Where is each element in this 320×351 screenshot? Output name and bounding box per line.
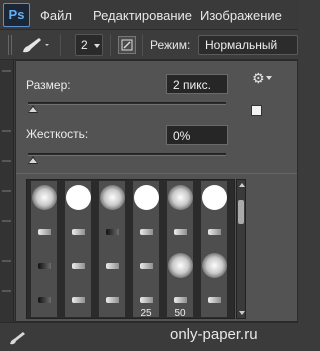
hard-round-brush-icon — [202, 185, 227, 210]
panel-divider — [16, 173, 297, 174]
soft-round-brush-icon — [168, 253, 193, 278]
separator — [60, 34, 61, 56]
menu-edit[interactable]: Редактирование — [93, 8, 192, 23]
brush-tip-icon — [72, 297, 85, 303]
hardness-label: Жесткость: — [26, 127, 89, 141]
brush-panel-toggle-icon[interactable] — [118, 36, 136, 54]
tool-slot[interactable] — [2, 70, 11, 72]
scroll-thumb[interactable] — [238, 200, 244, 224]
brush-tip-icon — [72, 263, 85, 269]
brush-preset-16[interactable] — [133, 249, 159, 283]
scroll-up-icon[interactable] — [239, 183, 245, 187]
size-field[interactable]: 2 пикс. — [166, 74, 228, 94]
tool-slot[interactable] — [2, 220, 11, 222]
hardness-field[interactable]: 0% — [166, 125, 228, 145]
mode-select[interactable]: Нормальный — [198, 35, 298, 55]
menu-file[interactable]: Файл — [40, 8, 72, 23]
chevron-down-icon — [266, 76, 272, 80]
brush-preset-18[interactable] — [201, 249, 227, 283]
brush-preset-13[interactable] — [31, 249, 57, 283]
gear-icon[interactable]: ⚙ — [252, 70, 265, 87]
separator — [142, 34, 143, 56]
tool-slot[interactable] — [2, 130, 11, 132]
dotted-divider — [68, 36, 72, 54]
brush-preset-grid: 25 50 — [26, 179, 235, 319]
menu-bar: Ps Файл Редактирование Изображение — [0, 0, 298, 30]
tool-slot[interactable] — [2, 290, 11, 292]
brush-tip-icon — [140, 229, 153, 235]
hard-round-brush-icon — [66, 185, 91, 210]
soft-round-brush-icon — [202, 253, 227, 278]
brush-size-value: 2 — [81, 38, 88, 52]
brush-preset-2[interactable] — [65, 181, 91, 215]
brush-preset-15[interactable] — [99, 249, 125, 283]
brush-preset-21[interactable] — [99, 283, 125, 317]
brush-tip-icon — [208, 229, 221, 235]
watermark-text: only-paper.ru — [170, 326, 258, 343]
hardness-slider-track[interactable] — [28, 153, 226, 156]
brush-preset-17[interactable] — [167, 249, 193, 283]
brush-preset-22[interactable]: 25 — [133, 283, 159, 319]
brush-grid-scrollbar[interactable] — [236, 179, 246, 319]
brush-preset-19[interactable] — [31, 283, 57, 317]
brush-preset-12[interactable] — [201, 215, 227, 249]
brush-preset-3[interactable] — [99, 181, 125, 215]
brush-size-label: 50 — [174, 308, 186, 319]
brush-preset-23[interactable]: 50 — [167, 283, 193, 319]
hard-round-brush-icon — [134, 185, 159, 210]
mode-label: Режим: — [150, 38, 191, 52]
brush-preset-1[interactable] — [31, 181, 57, 215]
brush-preset-24[interactable] — [201, 283, 227, 317]
brush-preset-10[interactable] — [133, 215, 159, 249]
brush-tip-icon — [208, 297, 221, 303]
brush-tip-icon — [38, 263, 51, 269]
hardness-slider-thumb[interactable] — [28, 156, 38, 164]
brush-tip-icon — [140, 297, 153, 303]
brush-tip-icon — [106, 229, 119, 235]
brush-preset-14[interactable] — [65, 249, 91, 283]
brush-size-label: 25 — [140, 308, 152, 319]
size-label: Размер: — [26, 78, 71, 92]
brush-tip-icon — [106, 263, 119, 269]
brush-tip-icon — [72, 229, 85, 235]
options-grip — [6, 35, 14, 55]
options-bar: 2 Режим: Нормальный — [0, 30, 298, 60]
size-slider-thumb[interactable] — [28, 105, 38, 113]
brush-preset-8[interactable] — [65, 215, 91, 249]
soft-round-brush-icon — [168, 185, 193, 210]
tool-slot[interactable] — [2, 260, 11, 262]
soft-round-brush-icon — [100, 185, 125, 210]
soft-round-brush-icon — [32, 185, 57, 210]
tool-slot[interactable] — [2, 160, 11, 162]
menu-image[interactable]: Изображение — [200, 8, 282, 23]
brush-preset-panel: Размер: 2 пикс. ⚙ Жесткость: 0% 25 50 — [15, 60, 298, 322]
brush-size-picker[interactable]: 2 — [75, 34, 103, 56]
brush-tip-icon — [174, 229, 187, 235]
brush-preset-6[interactable] — [201, 181, 227, 215]
mode-value: Нормальный — [205, 38, 278, 52]
tool-strip — [0, 60, 14, 351]
size-slider-track[interactable] — [28, 102, 226, 105]
brush-preset-11[interactable] — [167, 215, 193, 249]
brush-preset-5[interactable] — [167, 181, 193, 215]
photoshop-logo: Ps — [3, 3, 30, 27]
brush-tip-icon — [38, 229, 51, 235]
brush-tip-icon — [38, 297, 51, 303]
new-preset-icon[interactable] — [251, 105, 262, 116]
brush-preset-4[interactable] — [133, 181, 159, 215]
separator — [110, 34, 111, 56]
chevron-down-icon — [94, 44, 100, 48]
brush-preset-7[interactable] — [31, 215, 57, 249]
brush-tip-icon — [174, 297, 187, 303]
scroll-down-icon[interactable] — [239, 311, 245, 315]
brush-preset-9[interactable] — [99, 215, 125, 249]
brush-tip-icon — [140, 263, 153, 269]
brush-tool-icon[interactable] — [20, 35, 50, 55]
tool-slot[interactable] — [2, 190, 11, 192]
brush-tool-icon[interactable] — [8, 330, 28, 346]
brush-preset-20[interactable] — [65, 283, 91, 317]
brush-tip-icon — [106, 297, 119, 303]
